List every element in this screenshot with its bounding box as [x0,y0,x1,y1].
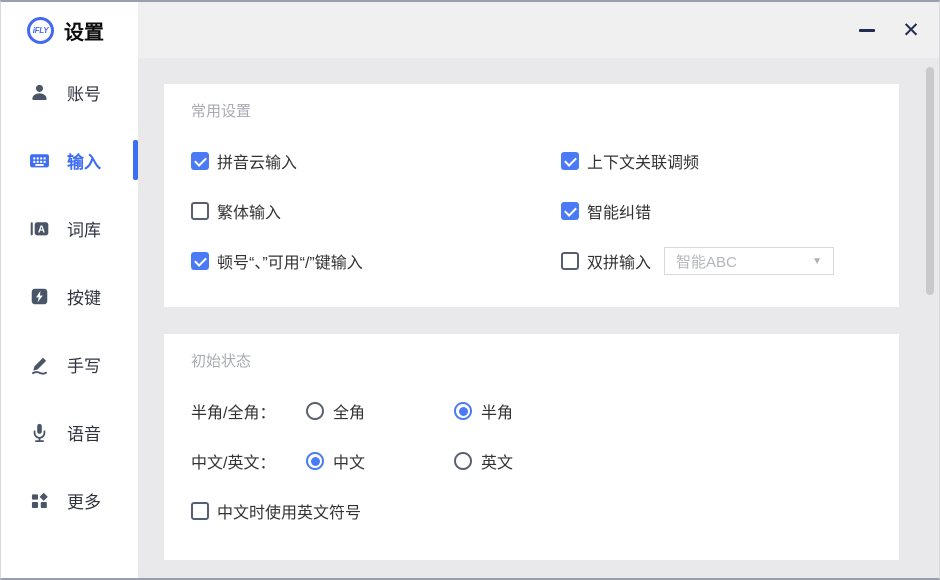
titlebar: ✕ [138,2,939,58]
checkbox-traditional-input[interactable]: 繁体输入 [191,199,281,223]
sidebar-item-keys[interactable]: 按键 [1,262,138,330]
more-grid-icon [29,490,50,511]
microphone-icon [29,422,50,443]
checkbox-context-tuning[interactable]: 上下文关联调频 [561,149,699,173]
settings-row: 中文/英文： 中文 英文 [191,436,872,486]
radio-unselected-icon[interactable] [306,402,324,420]
settings-content: 常用设置 拼音云输入 上下文关联调频 [138,58,939,578]
dropdown-selected-value: 智能ABC [676,251,737,272]
scrollbar-thumb[interactable] [926,67,934,295]
radio-selected-icon[interactable] [306,452,324,470]
settings-row: 中文时使用英文符号 [191,486,872,536]
checkbox-checked-icon[interactable] [561,152,579,170]
common-settings-card: 常用设置 拼音云输入 上下文关联调频 [164,84,899,307]
radio-chinese[interactable]: 中文 [306,449,454,473]
checkbox-unchecked-icon[interactable] [191,202,209,220]
checkbox-unchecked-icon[interactable] [561,252,579,270]
checkbox-double-pinyin[interactable]: 双拼输入 [561,249,651,273]
active-indicator [133,140,138,180]
sidebar-item-label: 语音 [67,420,101,445]
dictionary-icon: A [29,218,50,239]
settings-row: 半角/全角： 全角 半角 [191,386,872,436]
sidebar-item-label: 词库 [67,216,101,241]
radio-group-label: 半角/全角： [191,399,306,423]
minimize-icon [859,29,875,32]
sidebar-item-account[interactable]: 账号 [1,58,138,126]
sidebar-item-voice[interactable]: 语音 [1,398,138,466]
radio-unselected-icon[interactable] [454,452,472,470]
keyboard-icon [29,150,50,171]
minimize-button[interactable] [851,14,883,46]
sidebar-item-label: 更多 [67,488,101,513]
double-pinyin-scheme-select[interactable]: 智能ABC ▼ [664,247,834,275]
keys-icon [29,286,50,307]
radio-english[interactable]: 英文 [454,449,513,473]
sidebar-item-label: 按键 [67,284,101,309]
close-button[interactable]: ✕ [895,14,927,46]
window-controls: ✕ [851,14,927,46]
settings-window: ✕ iFLY 设置 账号 [0,0,940,580]
radio-group-label: 中文/英文： [191,449,306,473]
checkbox-checked-icon[interactable] [561,202,579,220]
svg-text:A: A [38,224,45,235]
sidebar-item-more[interactable]: 更多 [1,466,138,534]
page-title: 设置 [64,16,104,45]
settings-row: 繁体输入 智能纠错 [191,186,872,236]
checkbox-unchecked-icon[interactable] [191,502,209,520]
checkbox-english-punctuation[interactable]: 中文时使用英文符号 [191,499,361,523]
sidebar-item-label: 输入 [67,148,101,173]
app-header: iFLY 设置 [1,2,138,58]
section-title-common: 常用设置 [191,104,872,120]
settings-row: 顿号“、”可用“/”键输入 双拼输入 智能ABC ▼ [191,236,872,286]
initial-state-card: 初始状态 半角/全角： 全角 半角 中文/英文： [164,334,899,560]
settings-row: 拼音云输入 上下文关联调频 [191,136,872,186]
handwriting-icon [29,354,50,375]
sidebar-item-label: 手写 [67,352,101,377]
radio-fullwidth[interactable]: 全角 [306,399,454,423]
sidebar-item-handwriting[interactable]: 手写 [1,330,138,398]
sidebar-item-dictionary[interactable]: A 词库 [1,194,138,262]
sidebar-item-label: 账号 [67,80,101,105]
sidebar: iFLY 设置 账号 [1,2,138,578]
ifly-logo: iFLY [27,17,54,44]
checkbox-dunhao-slash-key[interactable]: 顿号“、”可用“/”键输入 [191,249,363,273]
checkbox-pinyin-cloud[interactable]: 拼音云输入 [191,149,297,173]
radio-selected-icon[interactable] [454,402,472,420]
section-title-initial: 初始状态 [191,354,872,370]
sidebar-item-input[interactable]: 输入 [1,126,138,194]
checkbox-checked-icon[interactable] [191,152,209,170]
close-icon: ✕ [902,20,920,41]
user-icon [29,82,50,103]
chevron-down-icon: ▼ [812,256,822,267]
checkbox-checked-icon[interactable] [191,252,209,270]
radio-halfwidth[interactable]: 半角 [454,399,513,423]
checkbox-smart-correction[interactable]: 智能纠错 [561,199,651,223]
